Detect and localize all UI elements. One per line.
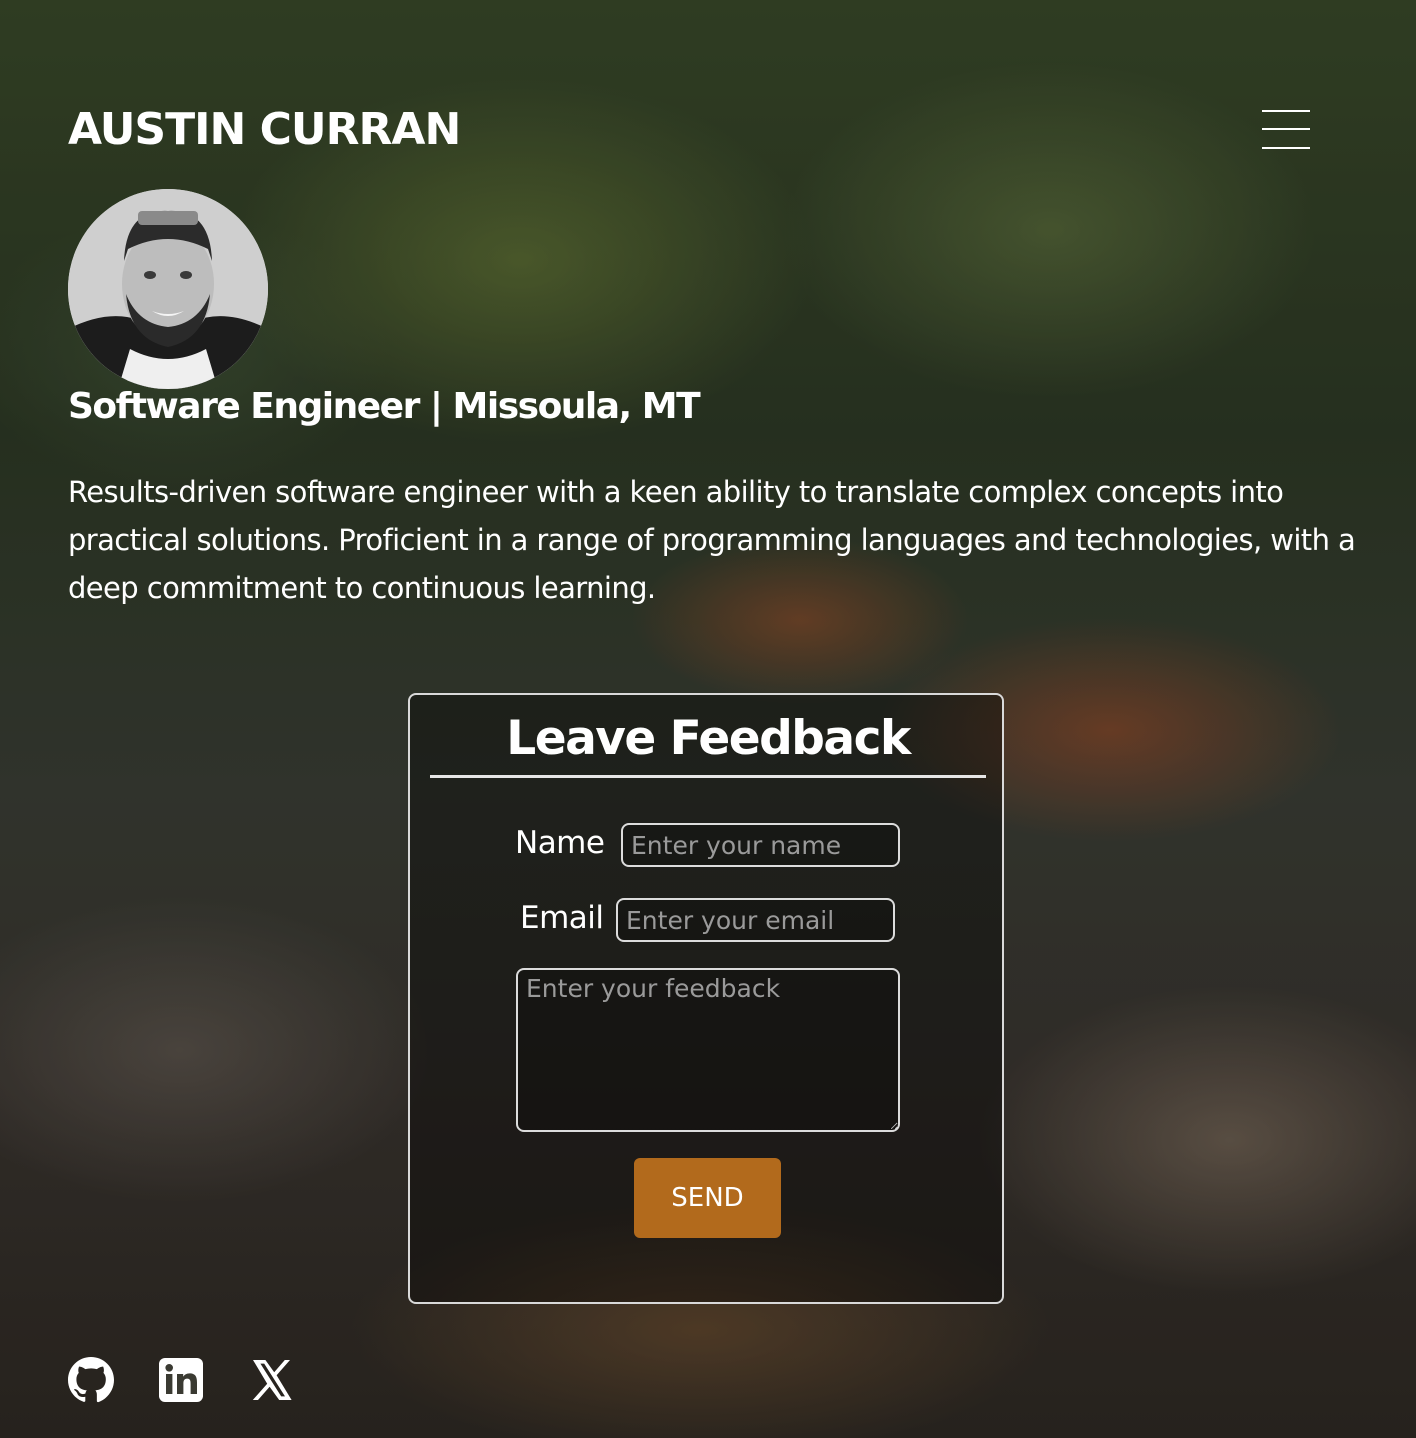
profile-bio: Results-driven software engineer with a … xyxy=(68,475,1356,605)
github-icon xyxy=(68,1357,114,1403)
linkedin-icon xyxy=(159,1358,203,1402)
avatar-portrait xyxy=(68,189,268,389)
feedback-divider xyxy=(430,775,986,778)
feedback-textarea[interactable] xyxy=(516,968,900,1132)
site-title[interactable]: AUSTIN CURRAN xyxy=(68,100,461,160)
x-icon xyxy=(252,1360,292,1400)
hamburger-icon xyxy=(1262,110,1310,112)
name-input[interactable] xyxy=(621,823,900,867)
send-button[interactable]: SEND xyxy=(634,1158,781,1238)
x-link[interactable] xyxy=(248,1356,296,1404)
feedback-title: Leave Feedback xyxy=(506,711,911,766)
hamburger-menu-button[interactable] xyxy=(1258,106,1314,154)
email-label: Email xyxy=(520,900,604,936)
linkedin-link[interactable] xyxy=(157,1356,205,1404)
github-link[interactable] xyxy=(67,1356,115,1404)
profile-subtitle: Software Engineer | Missoula, MT xyxy=(68,386,701,427)
avatar xyxy=(68,189,268,389)
feedback-form: Leave Feedback Name Email SEND xyxy=(408,693,1004,1304)
email-input[interactable] xyxy=(616,898,895,942)
name-label: Name xyxy=(515,825,605,861)
